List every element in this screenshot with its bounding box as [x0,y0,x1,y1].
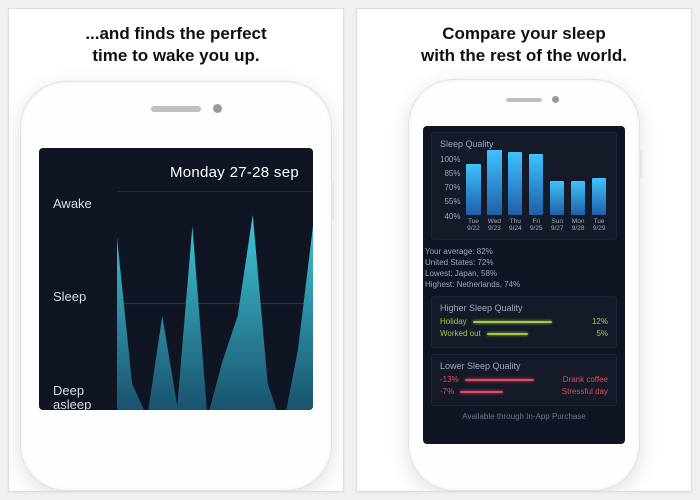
bar-x-label: Wed9/23 [488,218,501,232]
stat-highest: Highest: Netherlands, 74% [425,279,623,290]
camera-icon [552,96,559,103]
stat-country: United States: 72% [425,257,623,268]
bar-x-label: Mon9/28 [572,218,585,232]
factor-bar [487,333,591,335]
panel-title-quality: Sleep Quality [440,139,608,149]
factor-value: 5% [596,329,608,338]
promo-card-left: ...and finds the perfecttime to wake you… [8,8,344,492]
panel-title-higher: Higher Sleep Quality [440,303,608,313]
bar-y-tick: 40% [440,212,460,221]
factor-label: Drank coffee [563,375,608,384]
earpiece-icon [151,106,201,112]
bar-column: Sun9/27 [548,181,566,232]
factor-label: Holiday [440,317,467,326]
bar-column: Wed9/23 [485,150,503,233]
phone-device-right: Sleep Quality 100% 85% 70% 55% 40% Tue9/22 We… [408,79,640,492]
y-label-sleep: Sleep [53,290,113,304]
bar-rect [529,154,543,215]
side-button-icon [331,182,334,220]
bar-chart-y-axis: 100% 85% 70% 55% 40% [440,153,464,233]
factor-label: Worked out [440,329,481,338]
factor-value: -7% [440,387,454,396]
promo-card-right: Compare your sleepwith the rest of the w… [356,8,692,492]
factor-bar [460,391,556,393]
bar-rect [508,152,522,215]
bar-x-label: Sun9/27 [551,218,564,232]
sleep-quality-panel: Sleep Quality 100% 85% 70% 55% 40% Tue9/22 We… [431,132,617,240]
bar-chart-bars: Tue9/22 Wed9/23 Thu9/24 Fri9/25 Sun9/27 Mon9/… [464,153,608,233]
bar-column: Thu9/24 [506,152,524,233]
bar-x-label: Tue9/22 [467,218,480,232]
phone-device-left: Monday 27-28 sep Awake Sleep Deepasleep [20,81,332,492]
factor-label: Stressful day [562,387,608,396]
bar-x-label: Tue9/29 [593,218,606,232]
sleep-phase-chart: Awake Sleep Deepasleep [39,191,313,411]
bar-rect [466,164,480,215]
chart-date: Monday 27-28 sep [39,148,313,183]
side-button-icon [639,150,642,178]
factor-row: Holiday 12% [440,317,608,326]
bar-y-tick: 100% [440,155,460,164]
sleep-area-plot [117,191,313,411]
bar-rect [487,150,501,216]
bar-column: Fri9/25 [527,154,545,232]
lower-quality-panel: Lower Sleep Quality -13% Drank coffee -7% S… [431,354,617,406]
earpiece-icon [506,98,542,102]
y-label-awake: Awake [53,197,113,211]
iap-footnote: Available through In-App Purchase [423,412,625,421]
bar-rect [550,181,564,215]
comparison-stats: Your average: 82% United States: 72% Low… [425,246,623,291]
bar-x-label: Fri9/25 [530,218,543,232]
bar-y-tick: 70% [440,183,460,192]
sleep-y-axis: Awake Sleep Deepasleep [53,191,113,411]
higher-quality-panel: Higher Sleep Quality Holiday 12% Worked ou… [431,296,617,348]
headline-right: Compare your sleepwith the rest of the w… [421,23,627,67]
bar-column: Mon9/28 [569,181,587,232]
y-label-deep: Deepasleep [53,384,113,410]
phone-screen-left: Monday 27-28 sep Awake Sleep Deepasleep [39,148,313,411]
camera-icon [213,104,222,113]
stat-your: Your average: 82% [425,246,623,257]
sleep-quality-bar-chart: 100% 85% 70% 55% 40% Tue9/22 Wed9/23 Thu9/24 Fr… [440,153,608,233]
factor-value: 12% [592,317,608,326]
panel-title-lower: Lower Sleep Quality [440,361,608,371]
bar-x-label: Thu9/24 [509,218,522,232]
factor-bar [465,379,557,381]
bar-column: Tue9/22 [464,164,482,232]
headline-left: ...and finds the perfecttime to wake you… [85,23,266,67]
app-store-screenshot-pair: ...and finds the perfecttime to wake you… [0,0,700,500]
stat-lowest: Lowest: Japan, 58% [425,268,623,279]
bar-y-tick: 55% [440,197,460,206]
factor-row: Worked out 5% [440,329,608,338]
bar-rect [592,178,606,215]
factor-row: -7% Stressful day [440,387,608,396]
factor-bar [473,321,586,323]
phone-screen-right: Sleep Quality 100% 85% 70% 55% 40% Tue9/22 We… [423,126,625,445]
factor-row: -13% Drank coffee [440,375,608,384]
bar-y-tick: 85% [440,169,460,178]
bar-column: Tue9/29 [590,178,608,233]
bar-rect [571,181,585,215]
factor-value: -13% [440,375,459,384]
